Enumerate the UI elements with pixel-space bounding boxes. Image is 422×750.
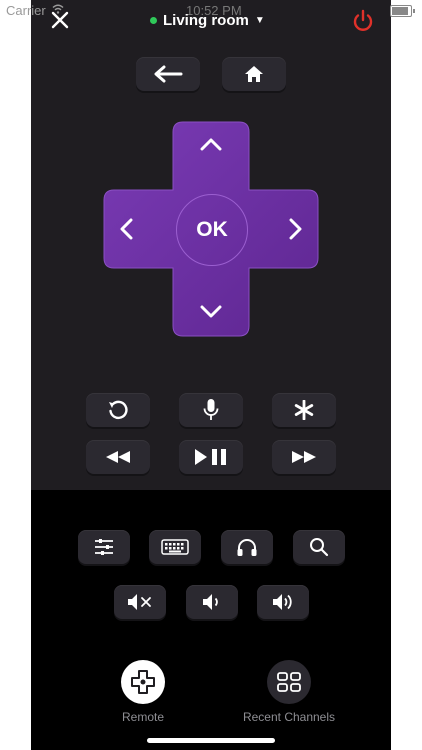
private-listening-button[interactable] xyxy=(221,530,273,564)
room-selector[interactable]: Living room ▼ xyxy=(150,10,265,30)
carrier-label: Carrier xyxy=(6,3,46,18)
settings-button[interactable] xyxy=(78,530,130,564)
replay-button[interactable] xyxy=(86,393,150,427)
connection-status-dot xyxy=(150,16,157,24)
close-button[interactable] xyxy=(48,8,72,32)
dpad-down-button[interactable] xyxy=(193,294,229,330)
home-indicator xyxy=(147,738,275,743)
dpad-left-button[interactable] xyxy=(108,211,144,247)
home-icon xyxy=(245,66,263,82)
room-name: Living room xyxy=(163,11,249,29)
play-pause-button[interactable] xyxy=(179,440,243,474)
battery-icon xyxy=(390,5,415,17)
dpad-right-button[interactable] xyxy=(278,211,314,247)
volume-down-button[interactable] xyxy=(186,585,238,619)
dpad-up-button[interactable] xyxy=(193,126,229,162)
chevron-left-icon xyxy=(120,218,133,240)
recent-channels-tab-icon-wrap xyxy=(267,660,311,704)
voice-search-button[interactable] xyxy=(179,393,243,427)
chevron-down-icon: ▼ xyxy=(254,14,265,26)
keyboard-button[interactable] xyxy=(149,530,201,564)
chevron-down-icon xyxy=(200,305,222,318)
tab-label: Recent Channels xyxy=(242,710,336,724)
grid-icon xyxy=(277,672,301,692)
back-arrow-icon xyxy=(154,65,183,83)
replay-icon xyxy=(109,400,128,420)
volume-up-button[interactable] xyxy=(257,585,309,619)
remote-tab-icon-wrap xyxy=(121,660,165,704)
mute-icon xyxy=(128,594,151,610)
keyboard-icon xyxy=(161,539,189,555)
options-button[interactable] xyxy=(272,393,336,427)
mute-button[interactable] xyxy=(114,585,166,619)
remote-screen: Carrier 10:52 PM Living room ▼ OK Remote… xyxy=(0,0,422,750)
microphone-icon xyxy=(203,399,219,420)
tab-recent-channels[interactable]: Recent Channels xyxy=(236,660,342,724)
back-button[interactable] xyxy=(136,57,200,91)
search-icon xyxy=(310,538,329,557)
ok-button[interactable]: OK xyxy=(176,194,248,266)
dpad-icon xyxy=(131,670,155,694)
tab-remote[interactable]: Remote xyxy=(110,660,176,724)
asterisk-icon xyxy=(294,400,314,420)
volume-down-icon xyxy=(203,594,218,610)
sliders-icon xyxy=(95,539,113,555)
tab-label: Remote xyxy=(121,710,165,724)
play-pause-icon xyxy=(195,449,226,465)
rewind-icon xyxy=(106,451,130,463)
fast-forward-button[interactable] xyxy=(272,440,336,474)
chevron-up-icon xyxy=(200,138,222,151)
home-button[interactable] xyxy=(222,57,286,91)
power-button[interactable] xyxy=(350,8,376,34)
headphones-icon xyxy=(237,539,257,556)
power-icon xyxy=(353,9,373,31)
volume-up-icon xyxy=(273,594,292,610)
close-icon xyxy=(51,11,69,29)
fast-forward-icon xyxy=(292,451,316,463)
directional-pad: OK xyxy=(100,118,322,340)
rewind-button[interactable] xyxy=(86,440,150,474)
chevron-right-icon xyxy=(289,218,302,240)
search-button[interactable] xyxy=(293,530,345,564)
